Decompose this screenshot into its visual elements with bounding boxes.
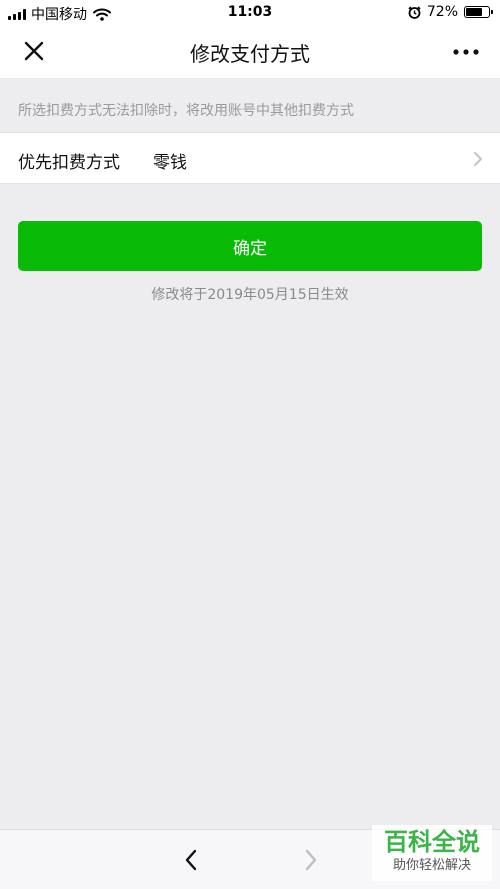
close-icon[interactable]	[18, 38, 50, 66]
payment-method-value: 零钱	[153, 153, 187, 173]
chevron-right-icon	[474, 152, 482, 166]
battery-fill	[466, 8, 482, 16]
status-bar: 中国移动 11:03 72%	[0, 0, 500, 26]
payment-method-row[interactable]: 优先扣费方式 零钱	[0, 132, 500, 184]
chevron-left-icon[interactable]	[180, 846, 202, 874]
payment-method-label: 优先扣费方式	[18, 153, 120, 173]
page-title: 修改支付方式	[190, 42, 310, 66]
battery-percent: 72%	[426, 4, 458, 20]
watermark-subtitle: 助你轻松解决	[392, 858, 471, 873]
forward-chevron-icon[interactable]	[300, 846, 322, 874]
deduction-hint: 所选扣费方式无法扣除时，将改用账号中其他扣费方式	[18, 103, 354, 119]
watermark-title: 百科全说	[384, 828, 480, 856]
status-right: 72%	[408, 4, 493, 20]
nav-bar: 修改支付方式	[0, 26, 500, 78]
battery-icon	[464, 6, 493, 18]
confirm-button[interactable]: 确定	[18, 221, 482, 271]
effective-date-note: 修改将于2019年05月15日生效	[151, 287, 349, 303]
watermark-logo: 百科全说 助你轻松解决	[372, 825, 492, 881]
more-icon[interactable]	[450, 38, 482, 66]
alarm-icon	[408, 5, 421, 19]
